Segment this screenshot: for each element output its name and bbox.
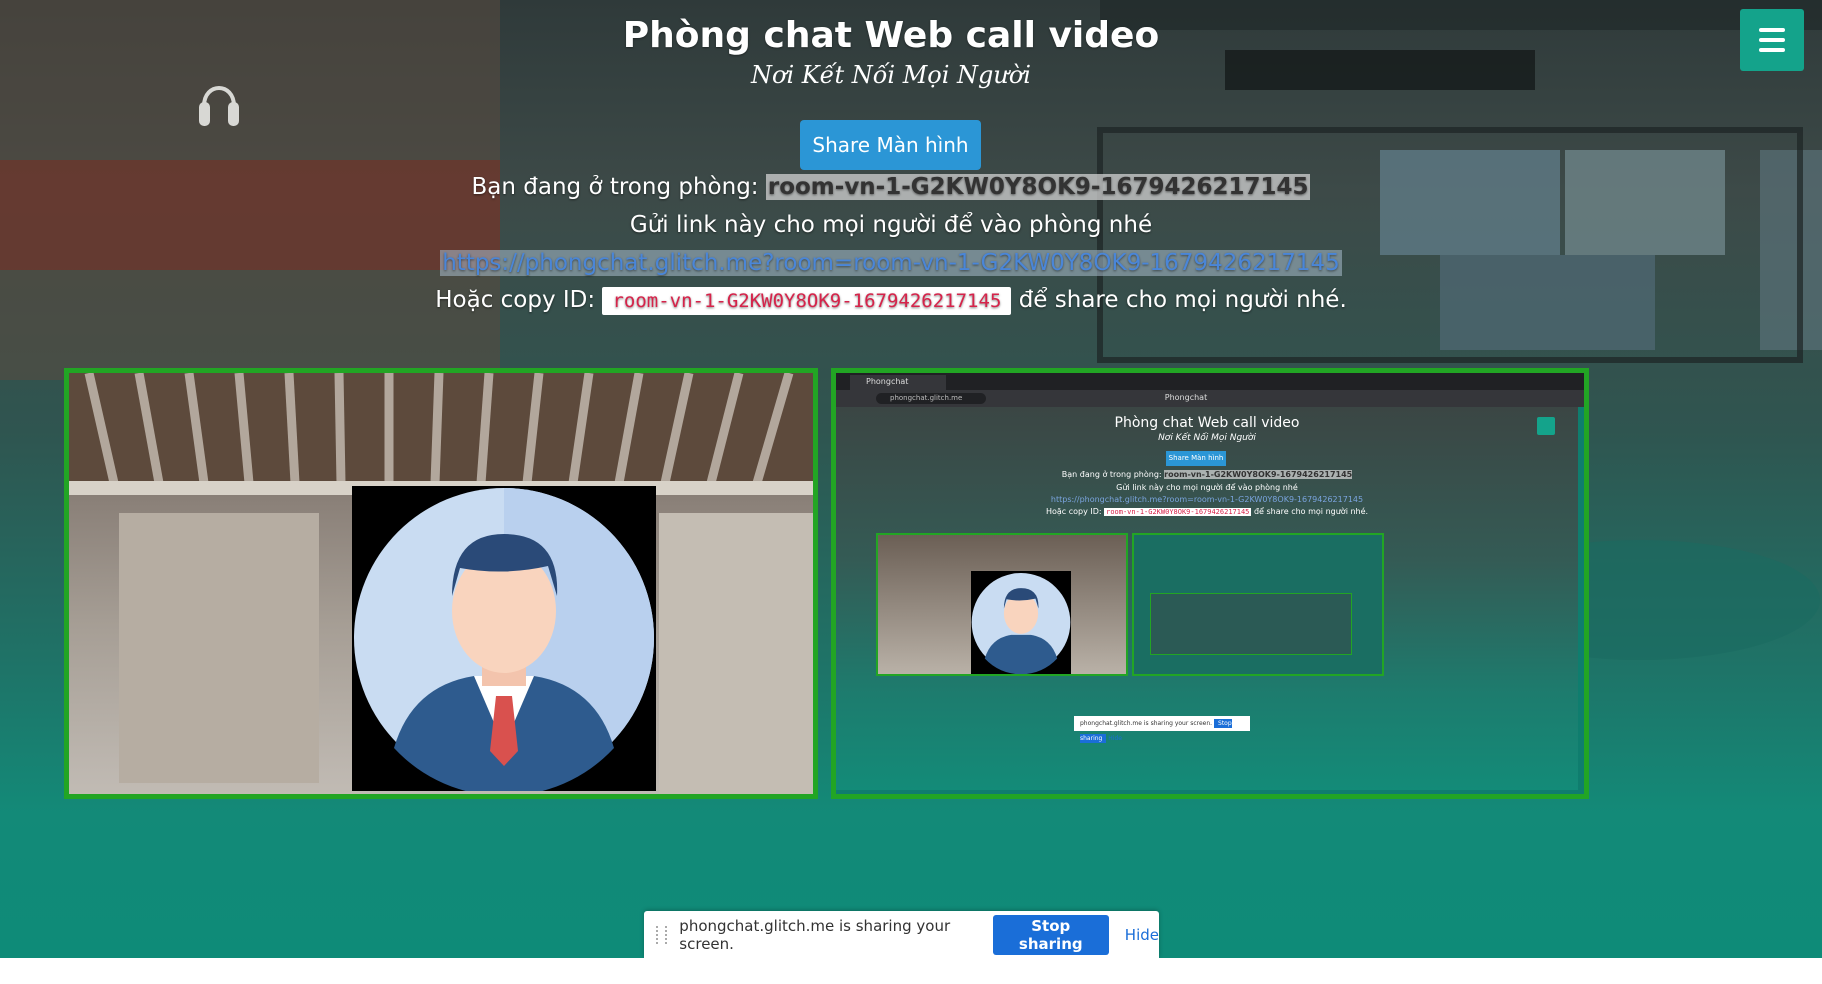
mini-menu-button — [1537, 417, 1555, 435]
mini-room-prefix: Bạn đang ở trong phòng: — [1061, 470, 1162, 479]
local-video — [64, 368, 818, 799]
mini-invite: Gửi link này cho mọi người để vào phòng … — [1116, 483, 1298, 492]
mini-copy-id: room-vn-1-G2KW0Y8OK9-1679426217145 — [1104, 508, 1252, 516]
app-stage: Phòng chat Web call video Nơi Kết Nối Mọ… — [0, 0, 1822, 958]
room-link-line: https://phongchat.glitch.me?room=room-vn… — [0, 250, 1782, 276]
mini-room-line: Bạn đang ở trong phòng: room-vn-1-G2KW0Y… — [836, 470, 1578, 479]
invite-text: Gửi link này cho mọi người để vào phòng … — [629, 212, 1153, 238]
browser-tab: Phongchat — [850, 375, 946, 390]
browser-tabbar: Phongchat — [836, 373, 1584, 390]
mini-shared-video — [1132, 533, 1384, 676]
shared-page: Phòng chat Web call video Nơi Kết Nối Mọ… — [836, 407, 1578, 790]
mini-share-button: Share Màn hình — [1166, 451, 1226, 466]
page-header: Phòng chat Web call video Nơi Kết Nối Mọ… — [0, 12, 1782, 90]
mini-avatar-icon — [971, 571, 1071, 675]
page-title: Phòng chat Web call video — [622, 15, 1160, 56]
mini-share-message: phongchat.glitch.me is sharing your scre… — [1080, 720, 1213, 727]
page-subtitle: Nơi Kết Nối Mọi Người — [751, 61, 1031, 89]
room-prefix: Bạn đang ở trong phòng: — [471, 174, 759, 200]
mini-room-id: room-vn-1-G2KW0Y8OK9-1679426217145 — [1164, 470, 1353, 479]
copy-prefix: Hoặc copy ID: — [435, 287, 596, 313]
copy-id-code[interactable]: room-vn-1-G2KW0Y8OK9-1679426217145 — [602, 287, 1012, 315]
nested-shared-thumbnail — [1150, 593, 1352, 655]
browser-toolbar: phongchat.glitch.me Phongchat — [836, 390, 1584, 407]
mini-hide-link: Hide — [1108, 735, 1122, 742]
room-link[interactable]: https://phongchat.glitch.me?room=room-vn… — [440, 250, 1342, 276]
user-avatar-icon — [352, 486, 656, 794]
hide-link[interactable]: Hide — [1125, 926, 1159, 944]
mini-link: https://phongchat.glitch.me?room=room-vn… — [1050, 495, 1364, 504]
mini-local-video — [876, 533, 1128, 676]
mini-copy-suffix: để share cho mọi người nhé. — [1253, 507, 1369, 516]
mini-subtitle: Nơi Kết Nối Mọi Người — [1158, 433, 1256, 443]
address-bar: phongchat.glitch.me — [876, 393, 986, 404]
shared-screen-video: Phongchat phongchat.glitch.me Phongchat … — [831, 368, 1589, 799]
share-screen-button[interactable]: Share Màn hình — [800, 120, 981, 170]
room-info-line: Bạn đang ở trong phòng: room-vn-1-G2KW0Y… — [0, 174, 1782, 200]
copy-suffix: để share cho mọi người nhé. — [1018, 287, 1347, 313]
stop-sharing-button[interactable]: Stop sharing — [992, 914, 1109, 955]
share-message: phongchat.glitch.me is sharing your scre… — [679, 916, 951, 953]
mini-title: Phòng chat Web call video — [1114, 415, 1300, 431]
mini-share-bar: phongchat.glitch.me is sharing your scre… — [1074, 716, 1250, 743]
copy-id-line: Hoặc copy ID: room-vn-1-G2KW0Y8OK9-16794… — [0, 287, 1782, 315]
window-title: Phongchat — [1164, 393, 1208, 402]
mini-copy-line: Hoặc copy ID: room-vn-1-G2KW0Y8OK9-16794… — [836, 507, 1578, 516]
room-id-text: room-vn-1-G2KW0Y8OK9-1679426217145 — [765, 174, 1311, 200]
mini-copy-prefix: Hoặc copy ID: — [1045, 507, 1102, 516]
drag-handle-icon[interactable] — [656, 925, 668, 944]
screen-share-notification: phongchat.glitch.me is sharing your scre… — [644, 911, 1159, 958]
